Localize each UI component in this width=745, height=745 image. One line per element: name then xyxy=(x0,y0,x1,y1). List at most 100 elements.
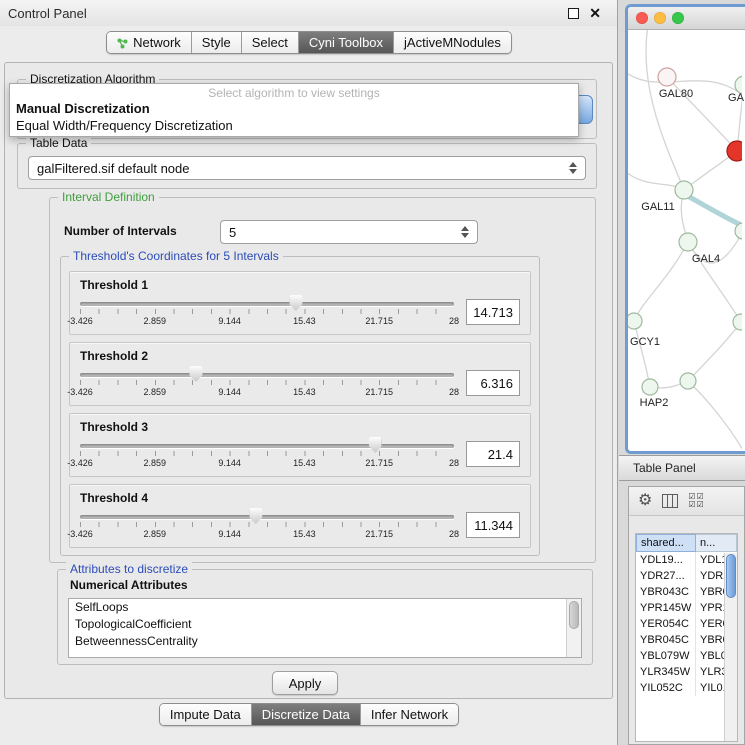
column-header[interactable]: n... xyxy=(696,534,737,552)
table-row[interactable]: YLR345WYLR3... xyxy=(636,664,737,680)
columns-icon[interactable] xyxy=(662,494,678,508)
threshold-label: Threshold 1 xyxy=(80,278,520,292)
table-row[interactable]: YER054CYER0... xyxy=(636,616,737,632)
network-canvas[interactable]: GAL80 GA GAL11 GAL4 GCY1 HAP2 xyxy=(628,30,742,451)
threshold-value-field[interactable]: 14.713 xyxy=(466,299,520,325)
table-cell[interactable]: YDR27... xyxy=(636,568,696,584)
group-label: Table Data xyxy=(26,136,91,150)
slider-tick-labels: -3.426 2.859 9.144 15.43 21.715 28 xyxy=(80,458,454,469)
table-row[interactable]: YBR045CYBR0... xyxy=(636,632,737,648)
table-row[interactable]: YDL19...YDL1... xyxy=(636,552,737,568)
scrollbar-thumb[interactable] xyxy=(569,601,579,629)
table-row[interactable]: YIL052CYIL0... xyxy=(636,680,737,696)
tick-label: -3.426 xyxy=(67,458,93,468)
table-cell[interactable]: YER054C xyxy=(636,616,696,632)
threshold-slider[interactable]: -3.426 2.859 9.144 15.43 21.715 28 xyxy=(80,365,454,401)
column-header[interactable]: shared... xyxy=(636,534,696,552)
table-cell[interactable]: YBL079W xyxy=(636,648,696,664)
threshold-slider[interactable]: -3.426 2.859 9.144 15.43 21.715 28 xyxy=(80,294,454,330)
table-cell[interactable]: YIL052C xyxy=(636,680,696,696)
slider-track[interactable] xyxy=(80,302,454,306)
table-toolbar: ⚙ ☑☑ ☑☑ xyxy=(629,487,744,516)
threshold-slider[interactable]: -3.426 2.859 9.144 15.43 21.715 28 xyxy=(80,507,454,543)
network-node[interactable] xyxy=(733,314,742,330)
list-scrollbar[interactable] xyxy=(566,599,581,657)
network-node[interactable] xyxy=(642,379,658,395)
close-icon[interactable]: ✕ xyxy=(589,6,601,20)
table-row[interactable]: YPR145WYPR1... xyxy=(636,600,737,616)
table-data-combobox[interactable]: galFiltered.sif default node xyxy=(28,156,586,180)
number-of-intervals-label: Number of Intervals xyxy=(64,224,177,238)
minimize-traffic-light-icon[interactable] xyxy=(654,12,666,24)
threshold-panel: Threshold 2 -3.426 2.859 9.144 1 xyxy=(69,342,531,406)
select-columns-icon[interactable]: ☑☑ ☑☑ xyxy=(688,493,710,509)
close-traffic-light-icon[interactable] xyxy=(636,12,648,24)
tab-label: Discretize Data xyxy=(262,707,350,722)
threshold-label: Threshold 4 xyxy=(80,491,520,505)
network-node[interactable] xyxy=(735,223,742,239)
tab-label: Style xyxy=(202,35,231,50)
float-window-icon[interactable] xyxy=(568,8,579,19)
menu-item-manual-discretization[interactable]: Manual Discretization xyxy=(10,100,578,117)
list-item[interactable]: BetweennessCentrality xyxy=(69,633,581,650)
threshold-label: Threshold 2 xyxy=(80,349,520,363)
tab-impute-data[interactable]: Impute Data xyxy=(160,704,251,725)
network-view-window: GAL80 GA GAL11 GAL4 GCY1 HAP2 xyxy=(625,4,745,454)
threshold-value-field[interactable]: 21.4 xyxy=(466,441,520,467)
network-node[interactable] xyxy=(628,313,642,329)
tab-infer-network[interactable]: Infer Network xyxy=(360,704,458,725)
threshold-panel: Threshold 4 -3.426 2.859 9.144 1 xyxy=(69,484,531,548)
table-row[interactable]: YBR043CYBR0... xyxy=(636,584,737,600)
table-cell[interactable]: YDL19... xyxy=(636,552,696,568)
threshold-value-field[interactable]: 6.316 xyxy=(466,370,520,396)
numerical-attributes-list[interactable]: SelfLoops TopologicalCoefficient Between… xyxy=(68,598,582,658)
selected-network-node[interactable] xyxy=(727,141,742,161)
combobox-value: galFiltered.sif default node xyxy=(37,161,189,176)
popup-hint: Select algorithm to view settings xyxy=(10,86,578,100)
interval-definition-group: Interval Definition Number of Intervals … xyxy=(49,197,596,563)
tab-style[interactable]: Style xyxy=(191,32,241,53)
tab-discretize-data[interactable]: Discretize Data xyxy=(251,704,360,725)
menu-item-equal-width-frequency[interactable]: Equal Width/Frequency Discretization xyxy=(10,117,578,134)
group-label: Interval Definition xyxy=(58,190,159,204)
network-node[interactable] xyxy=(680,373,696,389)
table-row[interactable]: YBL079WYBL0... xyxy=(636,648,737,664)
threshold-label: Threshold 3 xyxy=(80,420,520,434)
tab-jactivemnodules[interactable]: jActiveMNodules xyxy=(393,32,511,53)
node-label: HAP2 xyxy=(640,397,669,409)
node-label: GAL11 xyxy=(641,201,674,213)
threshold-slider[interactable]: -3.426 2.859 9.144 15.43 21.715 28 xyxy=(80,436,454,472)
apply-button[interactable]: Apply xyxy=(272,671,338,695)
network-node[interactable] xyxy=(675,181,693,199)
slider-tick-labels: -3.426 2.859 9.144 15.43 21.715 28 xyxy=(80,529,454,540)
slider-track[interactable] xyxy=(80,444,454,448)
tab-cyni-toolbox[interactable]: Cyni Toolbox xyxy=(298,32,393,53)
table-scrollbar[interactable] xyxy=(724,553,737,741)
zoom-traffic-light-icon[interactable] xyxy=(672,12,684,24)
network-node[interactable] xyxy=(679,233,697,251)
table-row[interactable]: YDR27...YDR2... xyxy=(636,568,737,584)
tick-label: 15.43 xyxy=(293,458,316,468)
tick-label: 2.859 xyxy=(144,316,167,326)
number-of-intervals-combobox[interactable]: 5 xyxy=(220,220,478,244)
network-node[interactable] xyxy=(658,68,676,86)
table-panel-header: Table Panel xyxy=(619,455,745,481)
cyni-toolbox-panel: Discretization Algorithm Select algorith… xyxy=(4,62,613,699)
threshold-value-field[interactable]: 11.344 xyxy=(466,512,520,538)
table-cell[interactable]: YBR043C xyxy=(636,584,696,600)
table-cell[interactable]: YBR045C xyxy=(636,632,696,648)
scrollbar-thumb[interactable] xyxy=(726,554,736,598)
table-cell[interactable]: YPR145W xyxy=(636,600,696,616)
table-cell[interactable]: YLR345W xyxy=(636,664,696,680)
slider-track[interactable] xyxy=(80,373,454,377)
tick-label: 21.715 xyxy=(365,387,393,397)
slider-ticks xyxy=(80,451,454,456)
tab-network[interactable]: Network xyxy=(107,32,191,53)
gear-icon[interactable]: ⚙ xyxy=(638,493,652,509)
slider-track[interactable] xyxy=(80,515,454,519)
tab-select[interactable]: Select xyxy=(241,32,298,53)
list-item[interactable]: SelfLoops xyxy=(69,599,581,616)
tick-label: 2.859 xyxy=(144,458,167,468)
tick-label: 21.715 xyxy=(365,316,393,326)
list-item[interactable]: TopologicalCoefficient xyxy=(69,616,581,633)
